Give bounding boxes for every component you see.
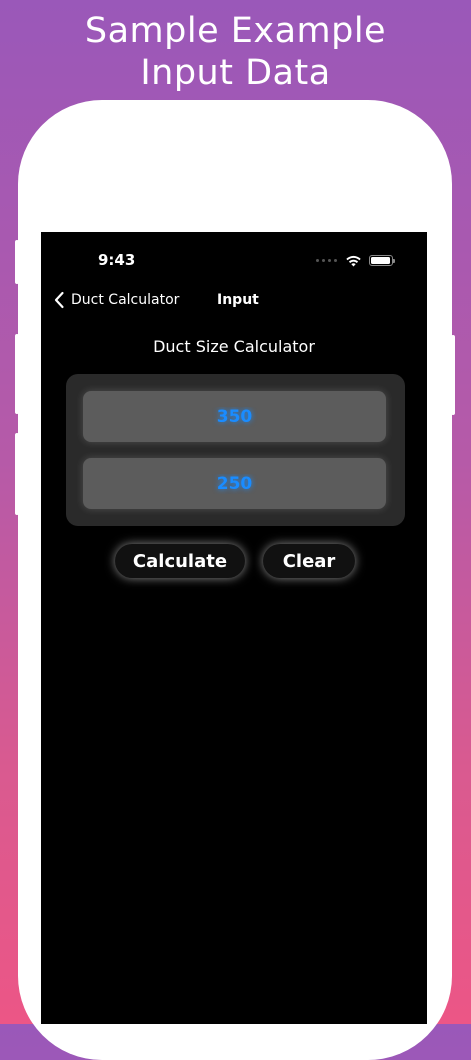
nav-back-button[interactable]: Duct Calculator [53,291,179,309]
nav-title: Input [217,292,259,308]
dimension-input-1[interactable] [83,391,386,442]
status-time: 9:43 [98,251,136,269]
app-screen: 9:43 Duct Calculator Input Duct Size Cal… [41,232,427,1024]
clear-button[interactable]: Clear [263,544,355,578]
chevron-left-icon [54,291,64,309]
battery-icon [369,254,395,266]
promo-title-line1: Sample Example [84,11,387,51]
calculator-heading: Duct Size Calculator [153,337,315,356]
promo-title: Sample Example Input Data [0,10,471,94]
status-icons [316,253,395,267]
input-card [66,374,405,526]
promo-title-line2: Input Data [140,53,331,93]
wifi-icon [346,255,361,266]
calculate-button[interactable]: Calculate [115,544,245,578]
nav-back-label: Duct Calculator [71,292,180,308]
cellular-dots-icon [316,258,337,262]
dimension-input-2[interactable] [83,458,386,509]
